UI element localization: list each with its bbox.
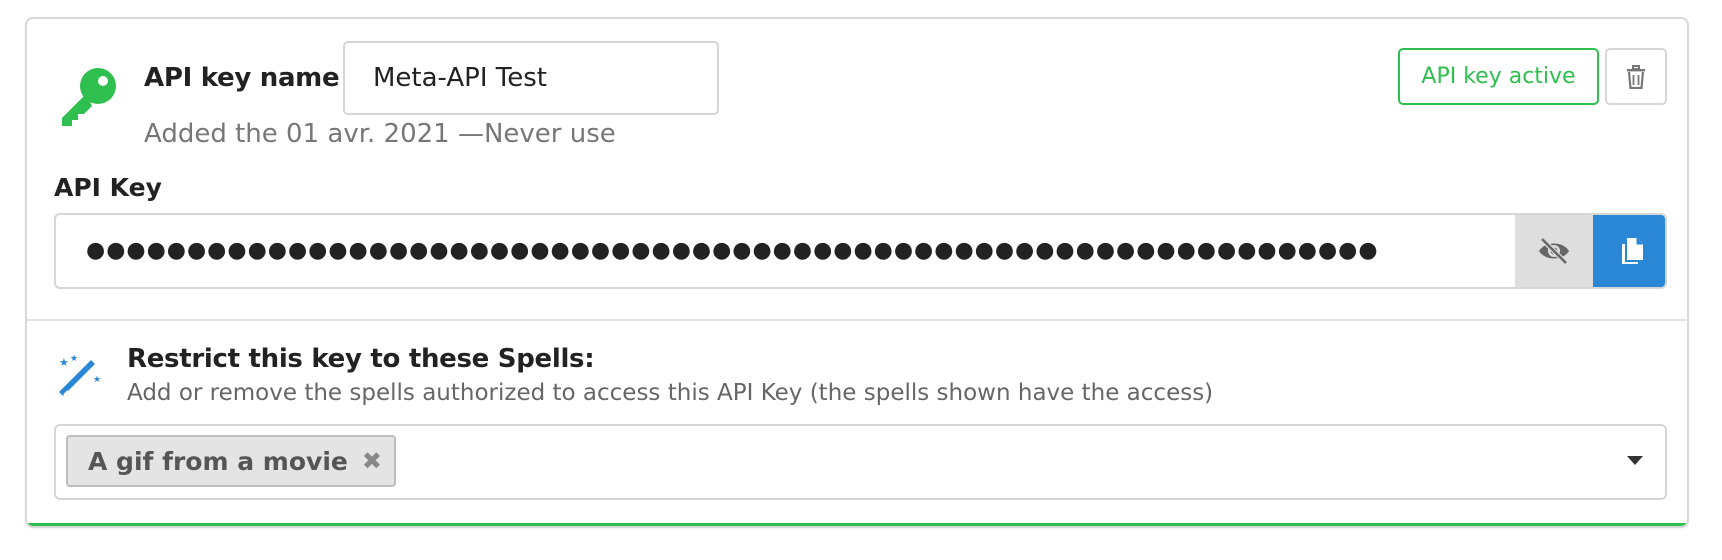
spell-tag-label: A gif from a movie xyxy=(88,446,348,476)
api-key-name-label-text: API key name xyxy=(144,63,340,93)
api-key-status-button[interactable]: API key active xyxy=(1398,48,1599,105)
eye-slash-icon xyxy=(1539,237,1569,265)
remove-tag-icon[interactable]: ✖ xyxy=(362,447,382,475)
api-key-name-label: API key name* xyxy=(144,59,356,93)
restrict-subtitle: Add or remove the spells authorized to a… xyxy=(127,380,1214,406)
delete-key-button[interactable] xyxy=(1605,48,1667,105)
api-key-card: API key name* Meta-API Test Added the 01… xyxy=(25,17,1689,528)
copy-key-button[interactable] xyxy=(1593,215,1665,287)
caret-down-icon[interactable] xyxy=(1627,456,1643,465)
card-bottom-accent xyxy=(27,523,1687,526)
api-key-masked-value: ●●●●●●●●●●●●●●●●●●●●●●●●●●●●●●●●●●●●●●●●… xyxy=(86,238,1379,263)
svg-text:★: ★ xyxy=(70,354,78,364)
svg-text:★: ★ xyxy=(93,375,101,385)
api-key-label: API Key xyxy=(54,173,162,202)
svg-text:★: ★ xyxy=(59,356,69,369)
magic-wand-icon: ★ ★ ★ xyxy=(59,354,101,397)
spell-tag: A gif from a movie ✖ xyxy=(66,435,396,487)
api-key-name-input[interactable]: Meta-API Test xyxy=(343,41,719,115)
trash-icon xyxy=(1627,64,1645,89)
restrict-title: Restrict this key to these Spells: xyxy=(127,344,595,374)
toggle-visibility-button[interactable] xyxy=(1515,215,1593,287)
copy-icon xyxy=(1622,238,1643,264)
api-key-field[interactable]: ●●●●●●●●●●●●●●●●●●●●●●●●●●●●●●●●●●●●●●●●… xyxy=(54,213,1667,289)
key-icon xyxy=(62,68,116,126)
spell-select[interactable]: A gif from a movie ✖ xyxy=(54,424,1667,500)
section-divider xyxy=(27,319,1687,321)
added-info: Added the 01 avr. 2021 —Never use xyxy=(144,119,616,149)
